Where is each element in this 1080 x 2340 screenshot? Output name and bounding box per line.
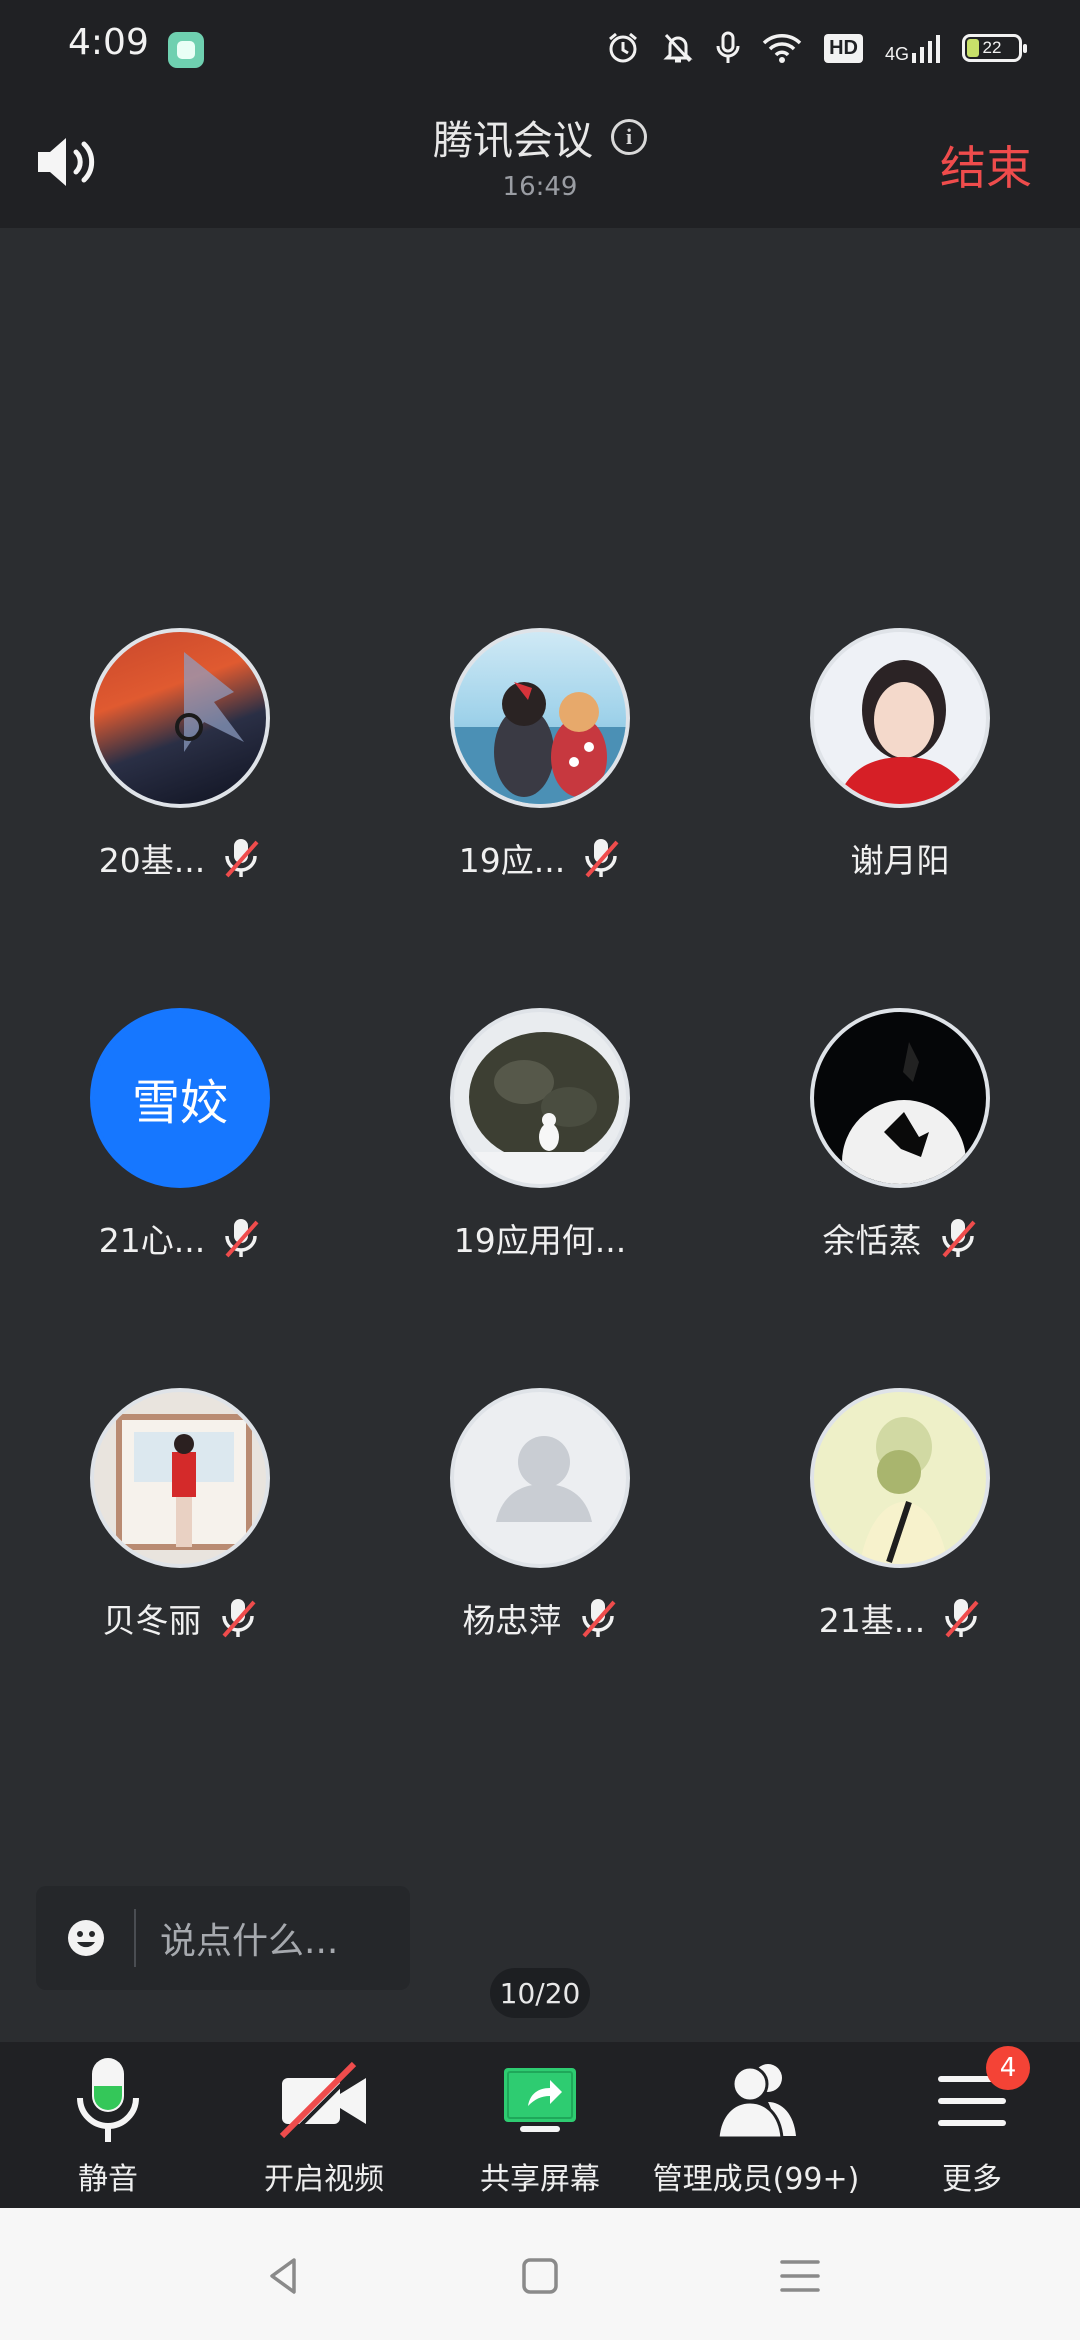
- page-indicator: 10/20: [490, 1968, 590, 2018]
- participant-tile[interactable]: 杨忠萍: [390, 1388, 690, 1640]
- participant-tile[interactable]: 谢月阳: [750, 628, 1050, 880]
- more-badge: 4: [986, 2046, 1030, 2090]
- status-time: 4:09: [68, 22, 149, 63]
- participant-tile[interactable]: 19应...: [390, 628, 690, 880]
- mic-muted-icon: [581, 1599, 615, 1638]
- status-bar: 4:09 HD 4G 22: [0, 0, 1080, 92]
- avatar: [90, 1388, 270, 1568]
- avatar: [810, 1388, 990, 1568]
- microphone-status-icon: [716, 31, 740, 63]
- network-type: 4G: [884, 44, 909, 64]
- avatar-initials: 雪姣: [131, 1075, 228, 1131]
- avatar: [810, 628, 990, 808]
- avatar: [450, 1388, 630, 1568]
- video-off-icon: [279, 2061, 366, 2140]
- meeting-title-area: 腾讯会议 i 16:49: [0, 108, 1080, 202]
- mute-button[interactable]: 静音: [0, 2042, 216, 2208]
- start-video-label: 开启视频: [264, 2162, 384, 2197]
- app-notification-icon: [168, 32, 204, 68]
- share-screen-button[interactable]: 共享屏幕: [432, 2042, 648, 2208]
- participant-name: 余恬蒸: [822, 1221, 922, 1260]
- participant-name: 杨忠萍: [462, 1601, 562, 1640]
- avatar: 雪姣: [90, 1008, 270, 1188]
- battery-level: 22: [982, 38, 1002, 57]
- microphone-icon: [77, 2058, 139, 2142]
- avatar: [450, 628, 630, 808]
- start-video-button[interactable]: 开启视频: [216, 2042, 432, 2208]
- participant-name: 谢月阳: [850, 841, 950, 880]
- share-screen-icon: [504, 2068, 576, 2132]
- participant-tile[interactable]: 20基...: [30, 628, 330, 880]
- signal-icon: 4G: [885, 33, 940, 63]
- end-meeting-button[interactable]: 结束: [940, 132, 1032, 198]
- participant-tile[interactable]: 贝冬丽: [30, 1388, 330, 1640]
- more-label: 更多: [942, 2162, 1002, 2197]
- participant-name: 21心...: [98, 1221, 206, 1260]
- manage-members-label: 管理成员(99+): [652, 2162, 860, 2197]
- meeting-toolbar: 静音 开启视频 共享屏幕 管理成员(99+) 4 更多: [0, 2042, 1080, 2208]
- bell-off-icon: [663, 33, 693, 63]
- wifi-icon: [762, 34, 802, 63]
- chat-placeholder: 说点什么...: [160, 1921, 339, 1962]
- meeting-title: 腾讯会议: [433, 118, 593, 164]
- info-icon[interactable]: i: [611, 119, 647, 155]
- participant-name: 20基...: [98, 841, 206, 880]
- battery-icon: 22: [962, 34, 1027, 62]
- system-nav-bar: [0, 2208, 1080, 2340]
- participant-tile[interactable]: 雪姣 21心...: [30, 1008, 330, 1260]
- avatar: [810, 1008, 990, 1188]
- participant-name: 21基...: [818, 1601, 926, 1640]
- top-bar: 4:09 HD 4G 22 腾讯会议 i 16:49 结束: [0, 0, 1080, 228]
- mute-label: 静音: [78, 2162, 138, 2197]
- chat-input[interactable]: 说点什么...: [36, 1886, 410, 1990]
- home-icon[interactable]: [510, 2246, 570, 2306]
- chat-divider: [134, 1909, 136, 1967]
- back-icon[interactable]: [254, 2246, 314, 2306]
- meeting-duration: 16:49: [502, 172, 578, 202]
- participant-tile[interactable]: 余恬蒸: [750, 1008, 1050, 1260]
- status-icons: HD 4G 22: [606, 26, 1027, 70]
- mic-muted-icon: [941, 1219, 975, 1258]
- avatar: [90, 628, 270, 808]
- emoji-icon[interactable]: [66, 1918, 106, 1958]
- hd-badge: HD: [824, 33, 863, 63]
- avatar: [450, 1008, 630, 1188]
- share-screen-label: 共享屏幕: [480, 2162, 600, 2197]
- participant-name: 贝冬丽: [102, 1601, 202, 1640]
- members-icon: [716, 2064, 796, 2140]
- participant-name: 19应用何...: [453, 1221, 627, 1260]
- mic-muted-icon: [221, 1599, 255, 1638]
- more-button[interactable]: 4 更多: [864, 2042, 1080, 2208]
- participant-tile[interactable]: 19应用何...: [390, 1008, 690, 1260]
- alarm-icon: [609, 32, 638, 63]
- participant-name: 19应...: [458, 841, 566, 880]
- recents-icon[interactable]: [770, 2246, 830, 2306]
- mic-muted-icon: [945, 1599, 979, 1638]
- mic-muted-icon: [225, 1219, 259, 1258]
- participant-tile[interactable]: 21基...: [750, 1388, 1050, 1640]
- mic-muted-icon: [585, 839, 619, 878]
- manage-members-button[interactable]: 管理成员(99+): [648, 2042, 864, 2208]
- mic-muted-icon: [225, 839, 259, 878]
